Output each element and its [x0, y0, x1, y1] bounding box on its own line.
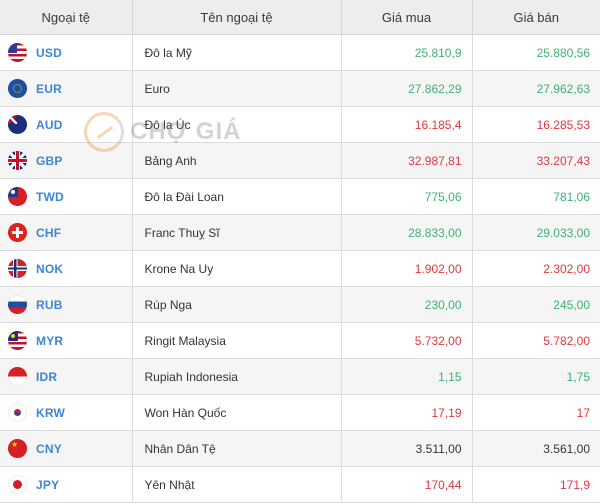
currency-name: Yên Nhật	[132, 466, 342, 503]
currency-code-cell: TWD	[0, 178, 133, 215]
sell-price: 171,9	[472, 466, 600, 503]
buy-price: 16.185,4	[341, 106, 473, 143]
buy-price: 27.862,29	[341, 70, 473, 107]
sell-price: 3.561,00	[472, 430, 600, 467]
currency-code-cell: CNY	[0, 430, 133, 467]
buy-price: 1,15	[341, 358, 473, 395]
buy-price: 1.902,00	[341, 250, 473, 287]
currency-name: Rúp Nga	[132, 286, 342, 323]
sell-price: 781,06	[472, 178, 600, 215]
header-sell-price: Giá bán	[472, 0, 600, 35]
table-row: RUB Rúp Nga 230,00 245,00	[0, 286, 600, 323]
sell-price: 1,75	[472, 358, 600, 395]
currency-name: Bảng Anh	[132, 142, 342, 179]
currency-code: RUB	[36, 297, 63, 312]
currency-code: MYR	[36, 333, 64, 348]
table-row: IDR Rupiah Indonesia 1,15 1,75	[0, 358, 600, 395]
table-row: TWD Đô la Đài Loan 775,06 781,06	[0, 178, 600, 215]
table-row: USD Đô la Mỹ 25.810,9 25.880,56	[0, 34, 600, 71]
currency-name: Rupiah Indonesia	[132, 358, 342, 395]
ru-flag-icon	[8, 295, 27, 314]
currency-name: Nhân Dân Tệ	[132, 430, 342, 467]
currency-code: GBP	[36, 153, 63, 168]
currency-code-cell: KRW	[0, 394, 133, 431]
currency-code: CHF	[36, 225, 62, 240]
currency-code: AUD	[36, 117, 63, 132]
table-row: CNY Nhân Dân Tệ3.511,003.561,00	[0, 430, 600, 467]
sell-price: 245,00	[472, 286, 600, 323]
currency-code-cell: MYR	[0, 322, 133, 359]
table-row: NOK Krone Na Uy 1.902,00 2.302,00	[0, 250, 600, 287]
au-flag-icon	[8, 115, 27, 134]
currency-code: CNY	[36, 441, 62, 456]
currency-code-cell: RUB	[0, 286, 133, 323]
table-row: CHF Franc Thuỵ Sĩ 28.833,00 29.033,00	[0, 214, 600, 251]
currency-name: Đô la Úc	[132, 106, 342, 143]
currency-name: Krone Na Uy	[132, 250, 342, 287]
currency-code: JPY	[36, 477, 60, 492]
buy-price: 5.732,00	[341, 322, 473, 359]
header-buy-price: Giá mua	[341, 0, 473, 35]
sell-price: 5.782,00	[472, 322, 600, 359]
currency-name: Ringit Malaysia	[132, 322, 342, 359]
table-row: AUD Đô la Úc 16.185,4 16.285,53	[0, 106, 600, 143]
currency-code: EUR	[36, 81, 62, 96]
currency-code-cell: GBP	[0, 142, 133, 179]
table-header-row: Ngoại tệ Tên ngoại tệ Giá mua Giá bán	[0, 0, 600, 35]
buy-price: 17,19	[341, 394, 473, 431]
id-flag-icon	[8, 367, 27, 386]
buy-price: 775,06	[341, 178, 473, 215]
header-currency-code: Ngoại tệ	[0, 0, 133, 35]
currency-name: Franc Thuỵ Sĩ	[132, 214, 342, 251]
sell-price: 2.302,00	[472, 250, 600, 287]
my-flag-icon	[8, 331, 27, 350]
buy-price: 28.833,00	[341, 214, 473, 251]
table-row: MYR Ringit Malaysia 5.732,00 5.782,00	[0, 322, 600, 359]
no-flag-icon	[8, 259, 27, 278]
buy-price: 32.987,81	[341, 142, 473, 179]
sell-price: 27.962,63	[472, 70, 600, 107]
eu-flag-icon	[8, 79, 27, 98]
sell-price: 17	[472, 394, 600, 431]
table-body: USD Đô la Mỹ 25.810,9 25.880,56 EUR Euro 27.86…	[0, 34, 600, 503]
buy-price: 230,00	[341, 286, 473, 323]
sell-price: 33.207,43	[472, 142, 600, 179]
table-row: EUR Euro 27.862,29 27.962,63	[0, 70, 600, 107]
currency-code-cell: NOK	[0, 250, 133, 287]
header-currency-name: Tên ngoại tệ	[132, 0, 342, 35]
currency-name: Đô la Mỹ	[132, 34, 342, 71]
currency-code-cell: CHF	[0, 214, 133, 251]
currency-code-cell: JPY	[0, 466, 133, 503]
table-row: KRW Won Hàn Quốc 17,19 17	[0, 394, 600, 431]
buy-price: 3.511,00	[341, 430, 473, 467]
currency-code: NOK	[36, 261, 64, 276]
tw-flag-icon	[8, 187, 27, 206]
ch-flag-icon	[8, 223, 27, 242]
currency-code: USD	[36, 45, 62, 60]
currency-code: KRW	[36, 405, 66, 420]
currency-name: Euro	[132, 70, 342, 107]
cn-flag-icon	[8, 439, 27, 458]
currency-code-cell: USD	[0, 34, 133, 71]
sell-price: 25.880,56	[472, 34, 600, 71]
kr-flag-icon	[8, 403, 27, 422]
currency-code: TWD	[36, 189, 64, 204]
currency-code-cell: IDR	[0, 358, 133, 395]
us-flag-icon	[8, 43, 27, 62]
uk-flag-icon	[8, 151, 27, 170]
buy-price: 170,44	[341, 466, 473, 503]
buy-price: 25.810,9	[341, 34, 473, 71]
currency-code-cell: AUD	[0, 106, 133, 143]
jp-flag-icon	[8, 475, 27, 494]
sell-price: 29.033,00	[472, 214, 600, 251]
currency-name: Đô la Đài Loan	[132, 178, 342, 215]
exchange-rate-table: Ngoại tệ Tên ngoại tệ Giá mua Giá bán US…	[0, 0, 600, 503]
currency-code: IDR	[36, 369, 58, 384]
currency-code-cell: EUR	[0, 70, 133, 107]
table-row: GBP Bảng Anh 32.987,81 33.207,43	[0, 142, 600, 179]
table-row: JPY Yên Nhật 170,44 171,9	[0, 466, 600, 503]
sell-price: 16.285,53	[472, 106, 600, 143]
currency-name: Won Hàn Quốc	[132, 394, 342, 431]
